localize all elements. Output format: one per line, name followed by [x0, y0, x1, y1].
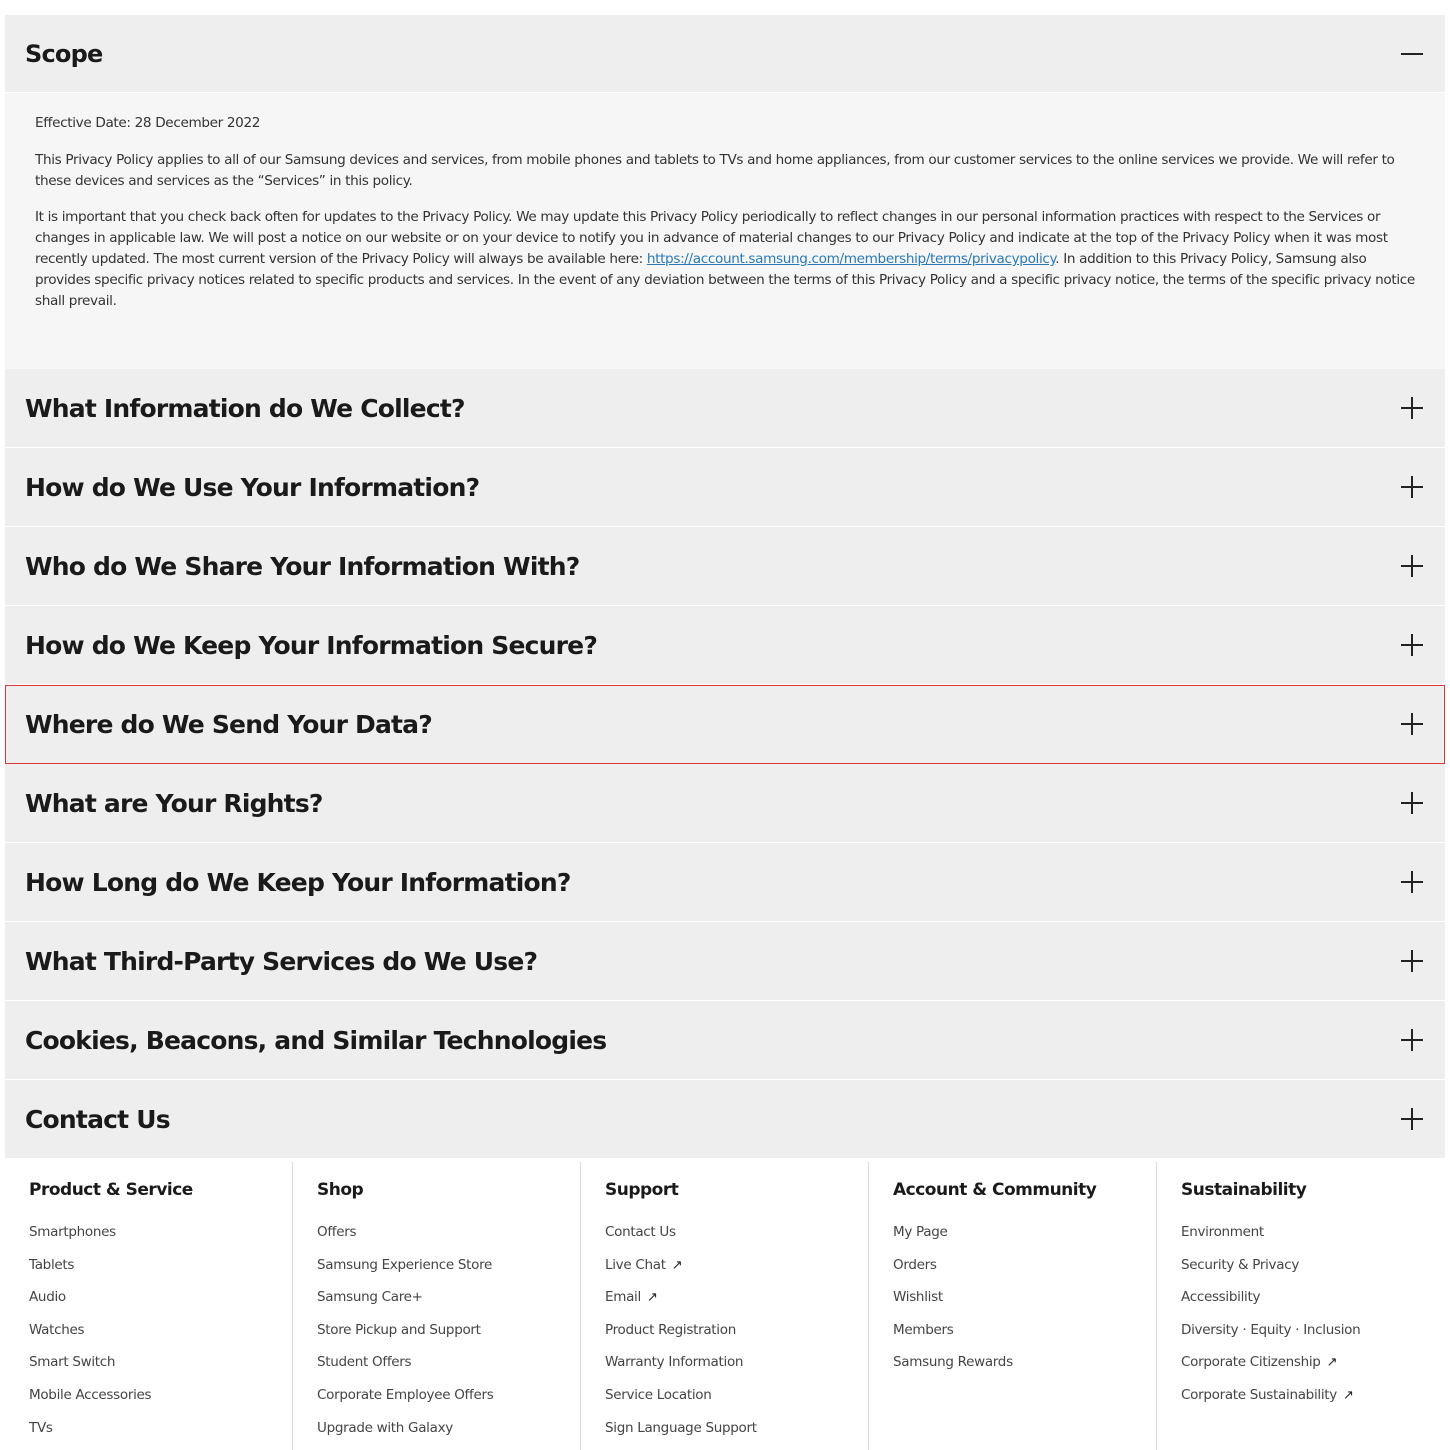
footer-column-title: Support	[605, 1180, 679, 1200]
footer-link[interactable]: My Page	[893, 1224, 1156, 1257]
accordion-title: What Information do We Collect?	[25, 393, 466, 423]
accordion-title: Who do We Share Your Information With?	[25, 551, 580, 581]
footer-column-sustainability: Sustainability Environment Security & Pr…	[1157, 1162, 1445, 1450]
footer-column-account-community: Account & Community My Page Orders Wishl…	[869, 1162, 1157, 1450]
external-link-icon: ↗	[1326, 1355, 1338, 1371]
footer-link[interactable]: Samsung Rewards	[893, 1354, 1156, 1387]
footer-link-label: Live Chat	[605, 1256, 666, 1273]
footer-column-title: Shop	[317, 1180, 364, 1200]
accordion-header-contact[interactable]: Contact Us	[5, 1080, 1445, 1159]
footer-link[interactable]: Smartphones	[29, 1224, 292, 1257]
accordion-panel-scope: Effective Date: 28 December 2022 This Pr…	[5, 93, 1445, 369]
accordion-title: Cookies, Beacons, and Similar Technologi…	[25, 1025, 607, 1055]
footer-link[interactable]: Wishlist	[893, 1289, 1156, 1322]
plus-icon[interactable]	[1401, 555, 1423, 577]
footer-link[interactable]: Samsung Care+	[317, 1289, 580, 1322]
footer-link[interactable]: Orders	[893, 1257, 1156, 1290]
footer-link[interactable]: Contact Us	[605, 1224, 868, 1257]
footer-link[interactable]: Student Offers	[317, 1354, 580, 1387]
footer-link[interactable]: TVs	[29, 1420, 292, 1450]
accordion-header-collect[interactable]: What Information do We Collect?	[5, 369, 1445, 448]
footer-link[interactable]: Members	[893, 1322, 1156, 1355]
footer-link-external[interactable]: Corporate Sustainability ↗	[1181, 1387, 1445, 1420]
accordion-header-send-data[interactable]: Where do We Send Your Data?	[5, 685, 1445, 764]
footer-link[interactable]: Samsung Experience Store	[317, 1257, 580, 1290]
footer-column-shop: Shop Offers Samsung Experience Store Sam…	[293, 1162, 581, 1450]
accordion-header-third-party[interactable]: What Third-Party Services do We Use?	[5, 922, 1445, 1001]
plus-icon[interactable]	[1401, 871, 1423, 893]
accordion-header-use[interactable]: How do We Use Your Information?	[5, 448, 1445, 527]
footer-link[interactable]: Audio	[29, 1289, 292, 1322]
privacy-accordion: Scope Effective Date: 28 December 2022 T…	[5, 15, 1445, 1159]
external-link-icon: ↗	[671, 1257, 683, 1273]
footer-link[interactable]: Diversity · Equity · Inclusion	[1181, 1322, 1445, 1355]
plus-icon[interactable]	[1401, 397, 1423, 419]
footer-link[interactable]: Smart Switch	[29, 1354, 292, 1387]
plus-icon[interactable]	[1401, 1108, 1423, 1130]
accordion-header-secure[interactable]: How do We Keep Your Information Secure?	[5, 606, 1445, 685]
external-link-icon: ↗	[1343, 1387, 1354, 1403]
footer-link[interactable]: Warranty Information	[605, 1354, 868, 1387]
accordion-header-scope[interactable]: Scope	[5, 15, 1445, 93]
accordion-header-retention[interactable]: How Long do We Keep Your Information?	[5, 843, 1445, 922]
scope-paragraph-2: It is important that you check back ofte…	[35, 207, 1415, 312]
plus-icon[interactable]	[1401, 634, 1423, 656]
accordion-title: How do We Use Your Information?	[25, 472, 480, 502]
footer-link[interactable]: Accessibility	[1181, 1289, 1445, 1322]
footer-column-title: Sustainability	[1181, 1180, 1307, 1200]
footer-link-label: Corporate Citizenship	[1181, 1354, 1321, 1371]
footer-link[interactable]: Offers	[317, 1224, 580, 1257]
footer-link-external[interactable]: Corporate Citizenship ↗	[1181, 1354, 1445, 1387]
footer-column-title: Product & Service	[29, 1180, 193, 1200]
accordion-header-rights[interactable]: What are Your Rights?	[5, 764, 1445, 843]
footer-link[interactable]: Sign Language Support	[605, 1420, 868, 1450]
footer-column-support: Support Contact Us Live Chat ↗ Email ↗ Pro…	[581, 1162, 869, 1450]
plus-icon[interactable]	[1401, 1029, 1423, 1051]
footer-link[interactable]: Corporate Employee Offers	[317, 1387, 580, 1420]
external-link-icon: ↗	[646, 1290, 658, 1306]
accordion-header-cookies[interactable]: Cookies, Beacons, and Similar Technologi…	[5, 1001, 1445, 1080]
footer-link[interactable]: Service Location	[605, 1387, 868, 1420]
site-footer: Product & Service Smartphones Tablets Au…	[5, 1162, 1445, 1450]
privacy-policy-link[interactable]: https://account.samsung.com/membership/t…	[647, 251, 1056, 267]
accordion-title: What Third-Party Services do We Use?	[25, 946, 538, 976]
plus-icon[interactable]	[1401, 476, 1423, 498]
footer-link[interactable]: Mobile Accessories	[29, 1387, 292, 1420]
effective-date: Effective Date: 28 December 2022	[35, 115, 261, 131]
footer-link[interactable]: Watches	[29, 1322, 292, 1355]
accordion-title: How do We Keep Your Information Secure?	[25, 630, 598, 660]
accordion-title: How Long do We Keep Your Information?	[25, 867, 571, 897]
footer-link[interactable]: Upgrade with Galaxy	[317, 1420, 580, 1450]
plus-icon[interactable]	[1401, 713, 1423, 735]
plus-icon[interactable]	[1401, 950, 1423, 972]
scope-paragraph-1: This Privacy Policy applies to all of ou…	[35, 152, 1395, 189]
accordion-title: What are Your Rights?	[25, 788, 323, 818]
footer-column-title: Account & Community	[893, 1180, 1097, 1200]
footer-link-label: Corporate Sustainability	[1181, 1386, 1337, 1403]
accordion-title: Scope	[25, 39, 103, 68]
footer-link[interactable]: Store Pickup and Support	[317, 1322, 580, 1355]
footer-link[interactable]: Tablets	[29, 1257, 292, 1290]
accordion-title: Contact Us	[25, 1104, 171, 1134]
footer-link-external[interactable]: Email ↗	[605, 1289, 868, 1322]
footer-link-external[interactable]: Live Chat ↗	[605, 1257, 868, 1290]
minus-icon[interactable]	[1401, 43, 1423, 65]
footer-column-product-service: Product & Service Smartphones Tablets Au…	[5, 1162, 293, 1450]
accordion-header-share[interactable]: Who do We Share Your Information With?	[5, 527, 1445, 606]
plus-icon[interactable]	[1401, 792, 1423, 814]
footer-link[interactable]: Environment	[1181, 1224, 1445, 1257]
footer-link-label: Email	[605, 1289, 641, 1306]
footer-link[interactable]: Security & Privacy	[1181, 1257, 1445, 1290]
footer-link[interactable]: Product Registration	[605, 1322, 868, 1355]
accordion-title: Where do We Send Your Data?	[25, 709, 433, 739]
